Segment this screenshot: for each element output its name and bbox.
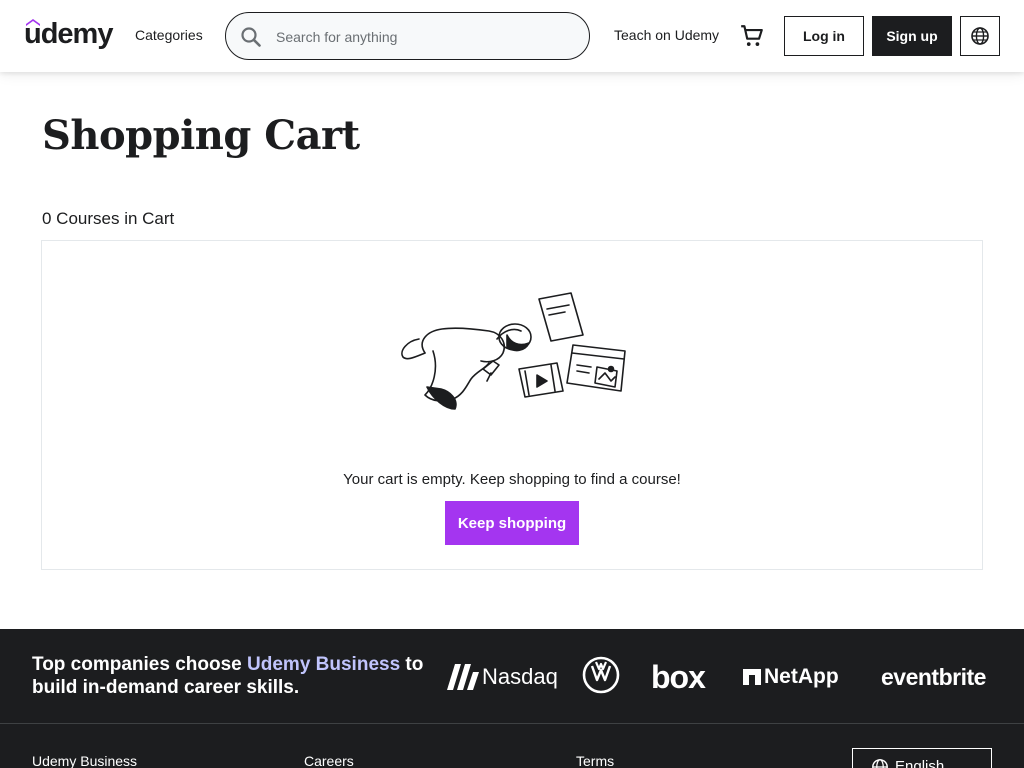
empty-cart-message: Your cart is empty. Keep shopping to fin…: [343, 471, 681, 488]
cart-icon[interactable]: [739, 23, 765, 49]
page-title: Shopping Cart: [42, 112, 360, 159]
partner-logo-nasdaq: Nasdaq: [445, 659, 558, 695]
top-header: udemy Categories Teach on Udemy Log in S…: [0, 0, 1024, 72]
footer-link-udemy-business[interactable]: Udemy Business: [32, 753, 137, 768]
nav-categories[interactable]: Categories: [135, 27, 203, 43]
search-input[interactable]: [276, 26, 576, 48]
footer-link-careers[interactable]: Careers: [304, 753, 354, 768]
footer-link-terms[interactable]: Terms: [576, 753, 614, 768]
partner-logo-volkswagen: [582, 656, 620, 694]
partner-logo-box: box: [651, 658, 706, 695]
cart-count: 0 Courses in Cart: [42, 209, 175, 228]
nav-teach-on-udemy[interactable]: Teach on Udemy: [614, 27, 719, 43]
tagline-prefix: Top companies choose: [32, 654, 248, 675]
nasdaq-mark-icon: [447, 664, 479, 690]
globe-icon: [872, 759, 888, 768]
footer-tagline: Top companies choose Udemy Business to b…: [32, 653, 432, 699]
partner-name-box: box: [651, 658, 706, 695]
globe-icon: [971, 27, 989, 45]
udemy-logo[interactable]: udemy: [24, 17, 116, 55]
footer-language-label: English: [895, 758, 945, 768]
partner-logo-netapp: NetApp: [743, 659, 839, 695]
udemy-business-link[interactable]: Udemy Business: [247, 654, 400, 675]
netapp-mark-icon: [743, 669, 761, 685]
keep-shopping-button[interactable]: Keep shopping: [445, 501, 579, 545]
empty-cart-panel: Your cart is empty. Keep shopping to fin…: [41, 240, 983, 570]
signup-button[interactable]: Sign up: [872, 16, 952, 56]
search-icon[interactable]: [239, 25, 263, 49]
login-button[interactable]: Log in: [784, 16, 864, 56]
footer-business-banner: Top companies choose Udemy Business to b…: [0, 629, 1024, 724]
logo-wordmark: udemy: [24, 18, 113, 50]
partner-name-nasdaq: Nasdaq: [482, 664, 558, 689]
language-button[interactable]: [960, 16, 1000, 56]
volkswagen-logo-icon: [582, 656, 620, 694]
search-bar[interactable]: [225, 12, 590, 60]
empty-cart-illustration: [401, 292, 626, 410]
footer-language-selector[interactable]: English: [852, 748, 992, 768]
partner-name-eventbrite: eventbrite: [881, 663, 986, 690]
footer: Top companies choose Udemy Business to b…: [0, 629, 1024, 768]
partner-logo-eventbrite: eventbrite: [881, 659, 986, 695]
partner-name-netapp: NetApp: [764, 665, 839, 688]
